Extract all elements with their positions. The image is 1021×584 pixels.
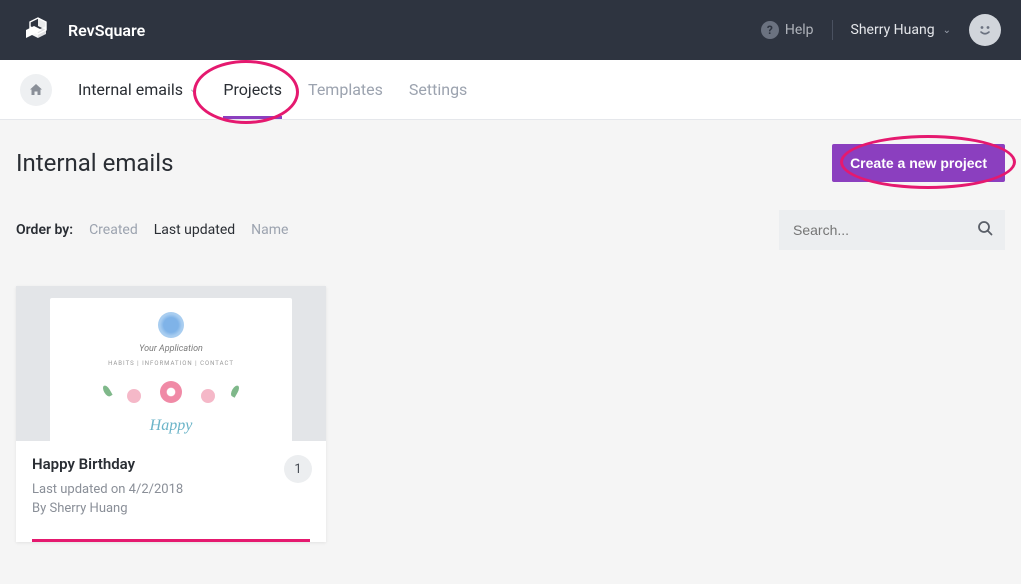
preview-flowers-icon	[60, 375, 282, 425]
preview-content: Your Application HABITS | INFORMATION | …	[50, 298, 292, 441]
chevron-down-icon: ⌄	[189, 84, 197, 95]
order-option-name[interactable]: Name	[251, 222, 288, 238]
order-option-created[interactable]: Created	[89, 222, 138, 238]
order-by: Order by: Created Last updated Name	[16, 222, 288, 238]
tab-projects[interactable]: Projects	[223, 62, 282, 117]
user-menu[interactable]: Sherry Huang ⌄	[851, 22, 951, 38]
tab-templates[interactable]: Templates	[308, 62, 383, 117]
page-header: Internal emails Create a new project	[16, 144, 1005, 182]
brand[interactable]: RevSquare	[20, 12, 145, 48]
preview-app-title: Your Application	[60, 344, 282, 354]
toolbar: Order by: Created Last updated Name	[16, 210, 1005, 250]
order-option-last-updated[interactable]: Last updated	[154, 222, 235, 238]
content: Internal emails Create a new project Ord…	[0, 120, 1021, 578]
card-updated: Last updated on 4/2/2018	[32, 481, 310, 500]
search-input[interactable]	[779, 210, 1005, 250]
brand-name: RevSquare	[68, 21, 145, 40]
home-button[interactable]	[20, 74, 52, 106]
avatar[interactable]	[969, 14, 1001, 46]
search-icon[interactable]	[977, 220, 993, 240]
project-card[interactable]: Your Application HABITS | INFORMATION | …	[16, 286, 326, 542]
topbar-right: ? Help Sherry Huang ⌄	[761, 14, 1001, 46]
help-label: Help	[785, 22, 814, 38]
card-body: Happy Birthday 1 Last updated on 4/2/201…	[16, 441, 326, 529]
order-by-label: Order by:	[16, 222, 73, 238]
card-author: By Sherry Huang	[32, 500, 310, 519]
page-title: Internal emails	[16, 149, 173, 177]
preview-logo-icon	[158, 312, 184, 338]
chevron-down-icon: ⌄	[943, 25, 951, 36]
card-title: Happy Birthday	[32, 455, 310, 473]
top-bar: RevSquare ? Help Sherry Huang ⌄	[0, 0, 1021, 60]
preview-subline: HABITS | INFORMATION | CONTACT	[60, 360, 282, 367]
home-icon	[28, 82, 44, 98]
card-preview: Your Application HABITS | INFORMATION | …	[16, 286, 326, 441]
card-count-badge: 1	[284, 455, 312, 483]
help-icon: ?	[761, 21, 779, 39]
search	[779, 210, 1005, 250]
brand-logo-icon	[20, 12, 56, 48]
card-accent-bar	[32, 539, 310, 542]
nav-bar: Internal emails ⌄ Projects Templates Set…	[0, 60, 1021, 120]
create-project-button[interactable]: Create a new project	[832, 144, 1005, 182]
divider	[832, 20, 833, 40]
tab-settings[interactable]: Settings	[409, 62, 467, 117]
breadcrumb[interactable]: Internal emails ⌄	[78, 80, 197, 99]
user-name: Sherry Huang	[851, 22, 935, 38]
avatar-face-icon	[976, 21, 994, 39]
help-link[interactable]: ? Help	[761, 21, 814, 39]
breadcrumb-label: Internal emails	[78, 80, 183, 99]
